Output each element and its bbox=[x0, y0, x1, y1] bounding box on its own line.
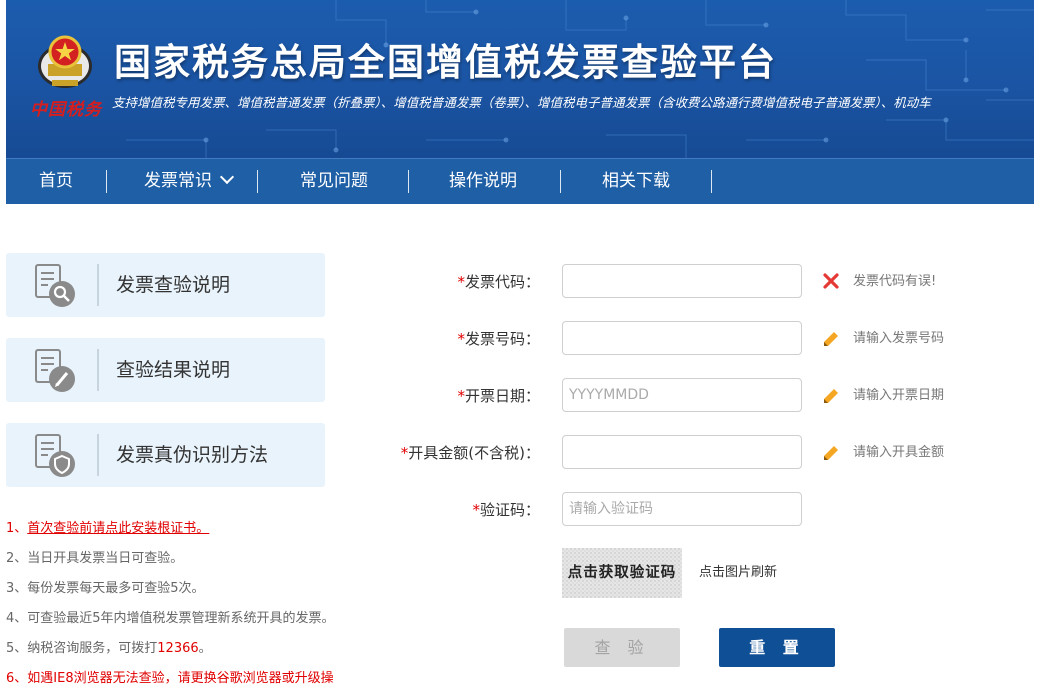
notice-item: 3、每份发票每天最多可查验5次。 bbox=[6, 581, 205, 596]
page-subtitle: 支持增值税专用发票、增值税普通发票（折叠票）、增值税普通发票（卷票）、增值税电子… bbox=[112, 95, 931, 110]
sidebar-card-label: 发票查验说明 bbox=[116, 274, 231, 296]
invoice-number-label: *发票号码： bbox=[380, 329, 540, 349]
nav-divider bbox=[106, 170, 107, 193]
nav-divider bbox=[408, 170, 409, 193]
install-certificate-link[interactable]: 首次查验前请点此安装根证书。 bbox=[27, 521, 209, 536]
document-shield-icon bbox=[35, 434, 75, 477]
nav-item-home[interactable]: 首页 bbox=[26, 159, 86, 204]
required-mark: * bbox=[457, 387, 465, 405]
close-icon bbox=[823, 273, 839, 289]
notice-item: 5、纳税咨询服务，可拨打12366。 bbox=[6, 640, 212, 658]
brand-seal: 中国税务 bbox=[30, 100, 102, 120]
header-banner: 中国税务 国家税务总局全国增值税发票查验平台 支持增值税专用发票、增值税普通发票… bbox=[6, 0, 1034, 158]
nav-item-label: 发票常识 bbox=[144, 171, 212, 191]
sidebar-card-label: 发票真伪识别方法 bbox=[116, 444, 269, 466]
pencil-icon bbox=[824, 446, 838, 460]
tax-emblem-icon bbox=[38, 35, 92, 88]
field-label-text: 发票代码： bbox=[464, 273, 540, 291]
main-nav: 首页 发票常识 常见问题 操作说明 相关下载 bbox=[6, 158, 1034, 204]
amount-hint: 请输入开具金额 bbox=[853, 445, 945, 460]
nav-divider bbox=[560, 170, 561, 193]
card-divider bbox=[97, 349, 99, 391]
chevron-down-icon bbox=[219, 169, 235, 185]
notice-suffix: 。 bbox=[198, 641, 212, 656]
notice-number: 1、 bbox=[6, 521, 28, 536]
card-divider bbox=[97, 264, 99, 306]
nav-divider bbox=[257, 170, 258, 193]
nav-item-label: 常见问题 bbox=[300, 171, 368, 191]
captcha-label: *验证码： bbox=[380, 500, 540, 520]
issue-date-input[interactable] bbox=[562, 378, 802, 412]
nav-item-label: 操作说明 bbox=[449, 171, 517, 191]
invoice-code-input[interactable] bbox=[562, 264, 802, 298]
issue-date-label: *开票日期： bbox=[380, 386, 540, 406]
sidebar-card-label: 查验结果说明 bbox=[116, 359, 231, 381]
query-button[interactable]: 查 验 bbox=[564, 628, 680, 667]
notice-text: 5、纳税咨询服务，可拨打 bbox=[6, 641, 158, 656]
nav-divider bbox=[711, 170, 712, 193]
sidebar-card-result-guide[interactable]: 查验结果说明 bbox=[6, 338, 325, 402]
required-mark: * bbox=[457, 273, 465, 291]
field-label-text: 开具金额(不含税)： bbox=[408, 444, 540, 462]
pencil-icon bbox=[824, 389, 838, 403]
nav-item-invoice-knowledge[interactable]: 发票常识 bbox=[130, 159, 246, 204]
required-mark: * bbox=[472, 501, 480, 519]
nav-item-faq[interactable]: 常见问题 bbox=[282, 159, 386, 204]
sidebar-card-authenticity-guide[interactable]: 发票真伪识别方法 bbox=[6, 423, 325, 487]
captcha-refresh-link[interactable]: 点击图片刷新 bbox=[699, 561, 777, 580]
reset-button[interactable]: 重 置 bbox=[719, 628, 835, 667]
notice-item: 1、首次查验前请点此安装根证书。 bbox=[6, 520, 209, 538]
invoice-code-error: 发票代码有误! bbox=[853, 274, 937, 289]
issue-date-hint: 请输入开票日期 bbox=[853, 388, 945, 403]
notice-item: 6、如遇IE8浏览器无法查验，请更换谷歌浏览器或升级操 bbox=[6, 671, 334, 686]
document-edit-icon bbox=[35, 349, 75, 392]
required-mark: * bbox=[457, 330, 465, 348]
hotline-number: 12366 bbox=[157, 641, 199, 656]
captcha-text: 点击获取验证码 bbox=[567, 564, 677, 581]
field-label-text: 开票日期： bbox=[464, 387, 540, 405]
amount-label: *开具金额(不含税)： bbox=[380, 443, 540, 463]
document-search-icon bbox=[35, 264, 75, 307]
nav-item-label: 相关下载 bbox=[602, 171, 670, 191]
nav-item-label: 首页 bbox=[39, 171, 73, 191]
captcha-image[interactable]: 点击获取验证码 bbox=[562, 548, 682, 598]
sidebar-card-verification-guide[interactable]: 发票查验说明 bbox=[6, 253, 325, 317]
invoice-code-label: *发票代码： bbox=[380, 272, 540, 292]
nav-item-instructions[interactable]: 操作说明 bbox=[430, 159, 536, 204]
field-label-text: 验证码： bbox=[479, 501, 540, 519]
pencil-icon bbox=[824, 332, 838, 346]
nav-item-downloads[interactable]: 相关下载 bbox=[584, 159, 688, 204]
notice-item: 4、可查验最近5年内增值税发票管理新系统开具的发票。 bbox=[6, 611, 335, 626]
card-divider bbox=[97, 434, 99, 476]
notice-item: 2、当日开具发票当日可查验。 bbox=[6, 551, 184, 566]
field-label-text: 发票号码： bbox=[464, 330, 540, 348]
invoice-number-input[interactable] bbox=[562, 321, 802, 355]
amount-input[interactable] bbox=[562, 435, 802, 469]
captcha-input[interactable] bbox=[562, 492, 802, 526]
page-title: 国家税务总局全国增值税发票查验平台 bbox=[114, 41, 777, 84]
invoice-number-hint: 请输入发票号码 bbox=[853, 331, 945, 346]
